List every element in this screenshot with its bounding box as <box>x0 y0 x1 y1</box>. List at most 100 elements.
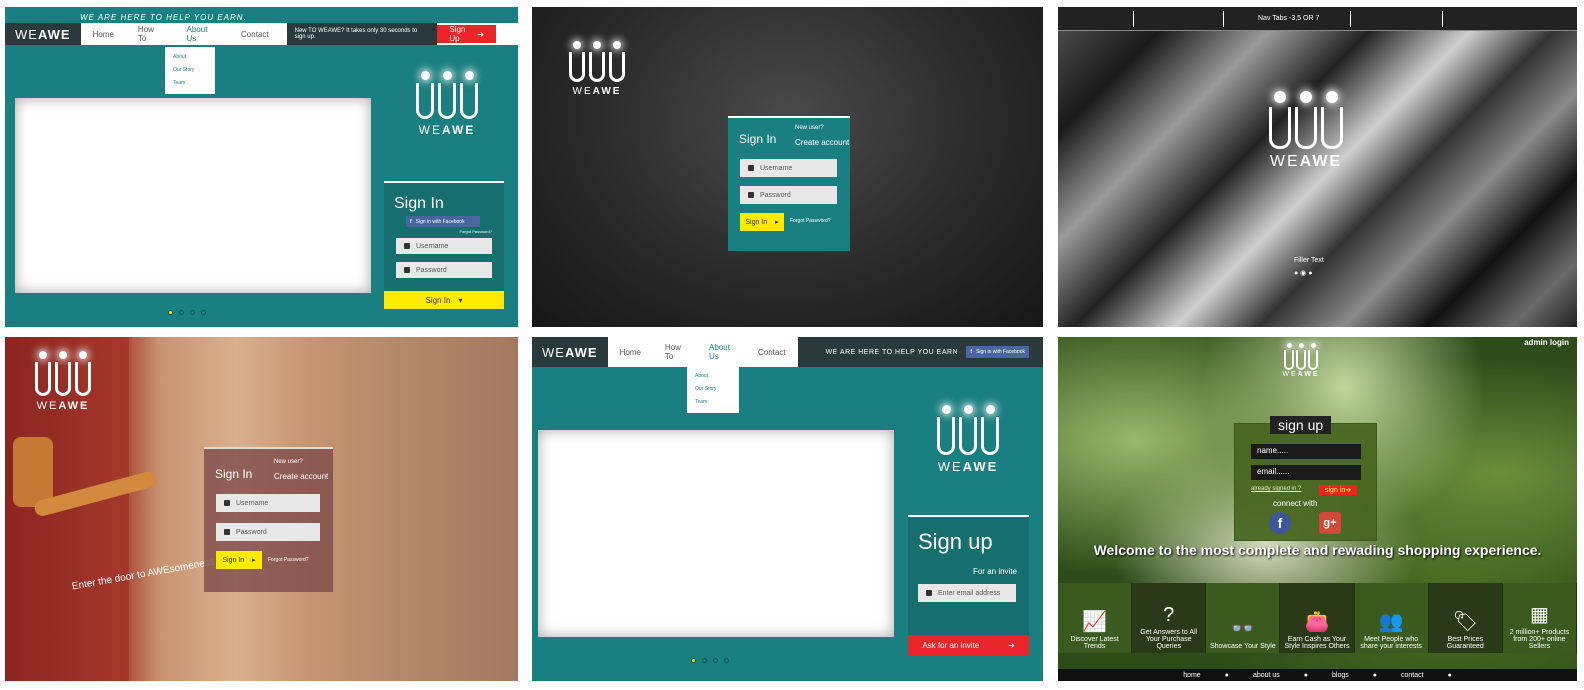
nav-contact[interactable]: Contact <box>229 30 281 39</box>
create-account-link[interactable]: Create account <box>795 138 849 147</box>
nav-about-us[interactable]: About Us <box>697 343 746 361</box>
top-nav: WE AWE Home How To About Us Contact New T… <box>5 23 518 45</box>
feature-tile[interactable]: 📈 Discover Latest Trends <box>1058 583 1133 653</box>
forgot-password-link[interactable]: Forgot Password? <box>268 557 309 563</box>
email-field[interactable]: Enter email address <box>918 584 1016 602</box>
dropdown-item[interactable]: About <box>173 51 207 64</box>
new-user-label: New user? <box>795 125 824 131</box>
username-field[interactable]: Username <box>396 238 492 254</box>
footer-about-us[interactable]: about us <box>1253 672 1280 679</box>
facebook-icon: f <box>970 349 973 355</box>
signin-box: Sign In New user? Create account Usernam… <box>204 447 333 592</box>
username-field[interactable]: Username <box>216 494 320 512</box>
brand-logo[interactable]: WE AWE <box>5 23 81 45</box>
lock-icon <box>404 267 410 273</box>
weawe-logo: WEAWE <box>932 405 1004 474</box>
promo-text: New TO WEAWE? It takes only 30 seconds t… <box>286 23 438 45</box>
dropdown-item[interactable]: Team <box>695 396 731 409</box>
admin-login-link[interactable]: admin login <box>1524 338 1569 347</box>
about-dropdown: About Our Story Team <box>687 366 739 413</box>
mockup-teal-signin: WE ARE HERE TO HELP YOU EARN. WE AWE Home… <box>5 7 518 327</box>
signin-button[interactable]: Sign In ▸ <box>740 213 784 231</box>
forgot-password-link[interactable]: Forgot Password? <box>790 218 831 224</box>
already-signed-in-link[interactable]: already signed in ? <box>1251 486 1301 492</box>
facebook-icon[interactable]: f <box>1269 512 1291 534</box>
nav-how-to[interactable]: How To <box>126 25 175 43</box>
mockup-grocery-signup: admin login WEAWE sign up name..... emai… <box>1058 337 1577 681</box>
mockup-door-signin: WEAWE Enter the door to AWEsomeness Sign… <box>5 337 518 681</box>
signin-button[interactable]: Sign In ▾ <box>384 291 504 309</box>
password-field[interactable]: Password <box>216 523 320 541</box>
dropdown-item[interactable]: Team <box>173 77 207 90</box>
dropdown-item[interactable]: Our Story <box>173 64 207 77</box>
username-field[interactable]: Username <box>740 159 837 177</box>
top-nav: WE AWE Home How To About Us Contact WE AR… <box>532 337 1043 367</box>
nav-home[interactable]: Home <box>81 30 126 39</box>
feature-tile[interactable]: ▦ 2 million+ Products from 200+ online Se… <box>1502 583 1577 653</box>
signin-button[interactable]: Sign In ▸ <box>216 551 262 569</box>
facebook-signin-button[interactable]: f Sign in with Facebook <box>966 346 1029 358</box>
feature-tile[interactable]: 🏷 Best Prices Guaranteed <box>1428 583 1503 653</box>
password-field[interactable]: Password <box>396 262 492 278</box>
signup-button[interactable]: Sign Up ➔ <box>437 25 497 43</box>
google-plus-icon[interactable]: g+ <box>1319 512 1341 534</box>
glasses-icon: 👓 <box>1230 618 1256 640</box>
weawe-logo: WEAWE <box>564 41 630 97</box>
nav-contact[interactable]: Contact <box>746 348 798 357</box>
forgot-password-link[interactable]: Forgot Password? <box>384 229 504 234</box>
name-field[interactable]: name..... <box>1251 444 1361 459</box>
nav-home[interactable]: Home <box>608 348 653 357</box>
signup-title: sign up <box>1270 416 1332 434</box>
signin-title: Sign In <box>394 195 444 212</box>
signin-box: Sign In New user? Create account Usernam… <box>728 116 850 251</box>
create-account-link[interactable]: Create account <box>274 472 328 481</box>
facebook-icon: f <box>410 218 412 225</box>
user-icon <box>224 500 230 506</box>
carousel-dots[interactable] <box>168 310 206 315</box>
weawe-logo: WEAWE <box>405 71 489 137</box>
feature-tiles: 📈 Discover Latest Trends ? Get Answers to … <box>1058 583 1577 653</box>
facebook-signin-button[interactable]: f Sign in with Facebook <box>406 216 480 227</box>
weawe-logo: WEAWE <box>1258 91 1354 171</box>
invite-label: For an invite <box>972 567 1017 576</box>
chart-icon: 📈 <box>1082 611 1108 633</box>
content-placeholder <box>15 98 371 293</box>
mockup-teal-signup: WE AWE Home How To About Us Contact WE AR… <box>532 337 1043 681</box>
feature-tile[interactable]: ? Get Answers to All Your Purchase Querie… <box>1132 583 1207 653</box>
brand-logo[interactable]: WE AWE <box>532 337 608 367</box>
weawe-logo: WEAWE <box>31 351 95 412</box>
footer-blogs[interactable]: blogs <box>1332 672 1349 679</box>
weawe-logo: WEAWE <box>1280 343 1322 378</box>
nav-tabs-label: Nav Tabs -3,5 OR 7 <box>1258 15 1320 22</box>
email-field[interactable]: email...... <box>1251 465 1361 480</box>
signup-box: Sign up For an invite Enter email addres… <box>908 515 1029 635</box>
ask-invite-button[interactable]: Ask for an invite ➔ <box>908 635 1029 655</box>
dropdown-item[interactable]: About <box>695 370 731 383</box>
question-person-icon: ? <box>1163 604 1175 626</box>
user-icon <box>404 243 410 249</box>
footer-home[interactable]: home <box>1183 672 1201 679</box>
nav-how-to[interactable]: How To <box>653 343 697 361</box>
products-icon: ▦ <box>1529 604 1549 626</box>
mockup-dark-signin: WEAWE Sign In New user? Create account U… <box>532 7 1043 327</box>
signin-title: Sign In <box>215 467 253 481</box>
user-icon <box>926 590 932 596</box>
nav-about-us[interactable]: About Us <box>175 25 230 43</box>
lock-icon <box>224 529 230 535</box>
feature-tile[interactable]: 👥 Meet People who share your interests <box>1354 583 1429 653</box>
footer-contact[interactable]: contact <box>1401 672 1424 679</box>
dropdown-item[interactable]: Our Story <box>695 383 731 396</box>
carousel-dots[interactable]: ● ◉ ● <box>1294 269 1312 277</box>
new-user-label: New user? <box>274 459 303 465</box>
signin-button[interactable]: sign in➔ <box>1319 485 1358 495</box>
about-dropdown: About Our Story Team <box>165 47 215 94</box>
people-icon: 👥 <box>1378 611 1404 633</box>
feature-tile[interactable]: 👛 Earn Cash as Your Style Inspires Others <box>1280 583 1355 653</box>
carousel-dots[interactable] <box>691 658 729 663</box>
tagline: WE ARE HERE TO HELP YOU EARN <box>825 348 959 356</box>
password-field[interactable]: Password <box>740 186 837 204</box>
feature-tile[interactable]: 👓 Showcase Your Style <box>1206 583 1281 653</box>
price-tag-icon: 🏷 <box>1452 611 1478 633</box>
user-icon <box>748 165 754 171</box>
signin-box: Sign In f Sign in with Facebook Forgot Pa… <box>384 181 504 291</box>
